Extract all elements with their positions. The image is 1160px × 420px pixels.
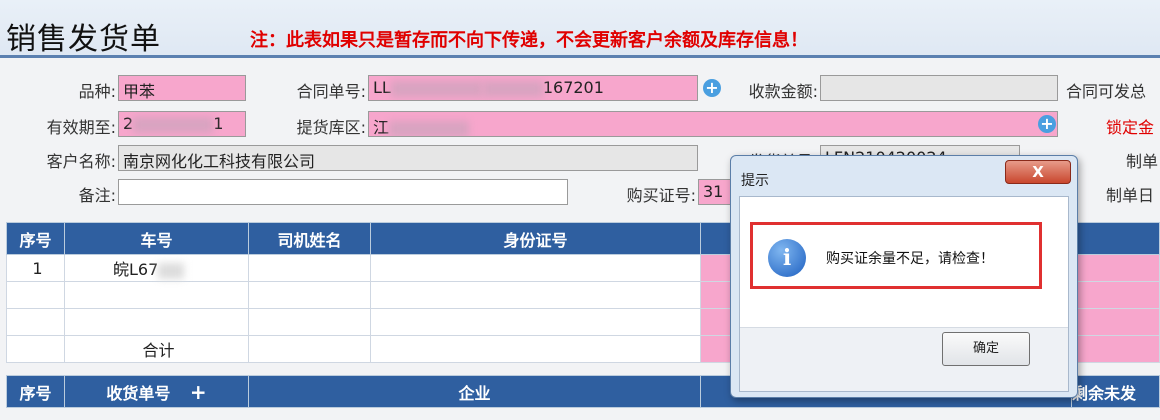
empty-cell[interactable] bbox=[64, 308, 249, 336]
row-driver[interactable] bbox=[248, 254, 371, 282]
customer-field[interactable]: 南京网化化工科技有限公司 bbox=[118, 145, 698, 171]
alert-dialog: 提示 X i 购买证余量不足，请检查！ 确定 bbox=[730, 155, 1078, 398]
empty-cell[interactable] bbox=[248, 308, 371, 336]
col-header-receipt-no-cell[interactable]: 收货单号 + bbox=[64, 375, 249, 408]
valid-until-label: 有效期至: bbox=[46, 118, 116, 137]
warning-text: 注：此表如果只是暂存而不向下传递，不会更新客户余额及库存信息！ bbox=[250, 30, 808, 51]
valid-until-prefix: 2 bbox=[123, 114, 134, 133]
col-header-no[interactable]: 序号 bbox=[6, 222, 65, 255]
empty-cell[interactable] bbox=[370, 308, 701, 336]
add-pickup-area-icon[interactable]: + bbox=[1038, 115, 1056, 133]
ok-button[interactable]: 确定 bbox=[942, 332, 1030, 366]
empty-cell[interactable] bbox=[64, 281, 249, 309]
pickup-area-label: 提货库区: bbox=[296, 118, 366, 137]
row-no: 1 bbox=[6, 254, 65, 282]
dialog-body: i 购买证余量不足，请检查！ 确定 bbox=[739, 196, 1069, 392]
dialog-title: 提示 bbox=[741, 173, 769, 189]
row-plate: 皖L67 bbox=[113, 260, 159, 279]
maker-label: 制单 bbox=[1126, 152, 1159, 171]
valid-until-suffix: 1 bbox=[213, 114, 224, 133]
purchase-cert-label: 购买证号: bbox=[626, 186, 696, 205]
contract-no-prefix: LL bbox=[373, 78, 391, 97]
remark-field[interactable] bbox=[118, 179, 568, 205]
row-id[interactable] bbox=[370, 254, 701, 282]
contract-no-field[interactable]: LL 167201 bbox=[368, 75, 698, 101]
page-title: 销售发货单 bbox=[6, 22, 161, 57]
variety-field[interactable]: 甲苯 bbox=[118, 75, 246, 101]
empty-cell bbox=[370, 335, 701, 363]
col-header-receipt-no: 收货单号 bbox=[106, 383, 171, 403]
redacted-blur bbox=[133, 116, 214, 133]
empty-cell[interactable] bbox=[6, 281, 65, 309]
close-button[interactable]: X bbox=[1005, 160, 1071, 184]
contract-no-suffix: 167201 bbox=[542, 78, 604, 97]
col-header-remaining[interactable]: 剩余未发 bbox=[1071, 375, 1160, 408]
dialog-message: 购买证余量不足，请检查！ bbox=[826, 251, 994, 267]
variety-label: 品种: bbox=[78, 82, 116, 101]
remark-label: 备注: bbox=[78, 186, 116, 205]
empty-cell bbox=[6, 335, 65, 363]
row-plate-cell[interactable]: 皖L67 bbox=[64, 254, 249, 282]
col-header-driver[interactable]: 司机姓名 bbox=[248, 222, 371, 255]
receipt-amount-field[interactable] bbox=[820, 75, 1058, 101]
customer-label: 客户名称: bbox=[46, 152, 116, 171]
col-header-no[interactable]: 序号 bbox=[6, 375, 65, 408]
total-label: 合计 bbox=[64, 335, 249, 363]
col-header-company[interactable]: 企业 bbox=[248, 375, 701, 408]
col-header-plate[interactable]: 车号 bbox=[64, 222, 249, 255]
add-contract-icon[interactable]: + bbox=[703, 79, 721, 97]
redacted-blur bbox=[389, 120, 470, 136]
add-receipt-icon[interactable]: + bbox=[190, 380, 207, 404]
pickup-area-field[interactable]: 江 bbox=[368, 111, 1058, 137]
empty-cell[interactable] bbox=[248, 281, 371, 309]
receipt-amount-label: 收款金额: bbox=[748, 82, 818, 101]
make-date-label: 制单日 bbox=[1106, 186, 1155, 205]
title-bar: 销售发货单 注：此表如果只是暂存而不向下传递，不会更新客户余额及库存信息！ bbox=[0, 0, 1160, 58]
contract-shippable-label: 合同可发总 bbox=[1066, 82, 1147, 101]
redacted-blur bbox=[482, 80, 543, 97]
redacted-blur bbox=[158, 262, 185, 279]
info-icon: i bbox=[768, 239, 806, 277]
pickup-area-prefix: 江 bbox=[373, 118, 390, 137]
empty-cell[interactable] bbox=[370, 281, 701, 309]
empty-cell[interactable] bbox=[6, 308, 65, 336]
redacted-blur bbox=[390, 80, 483, 97]
valid-until-field[interactable]: 21 bbox=[118, 111, 246, 137]
contract-no-label: 合同单号: bbox=[296, 82, 366, 101]
lock-label: 锁定金 bbox=[1106, 118, 1155, 137]
col-header-id[interactable]: 身份证号 bbox=[370, 222, 701, 255]
empty-cell bbox=[248, 335, 371, 363]
